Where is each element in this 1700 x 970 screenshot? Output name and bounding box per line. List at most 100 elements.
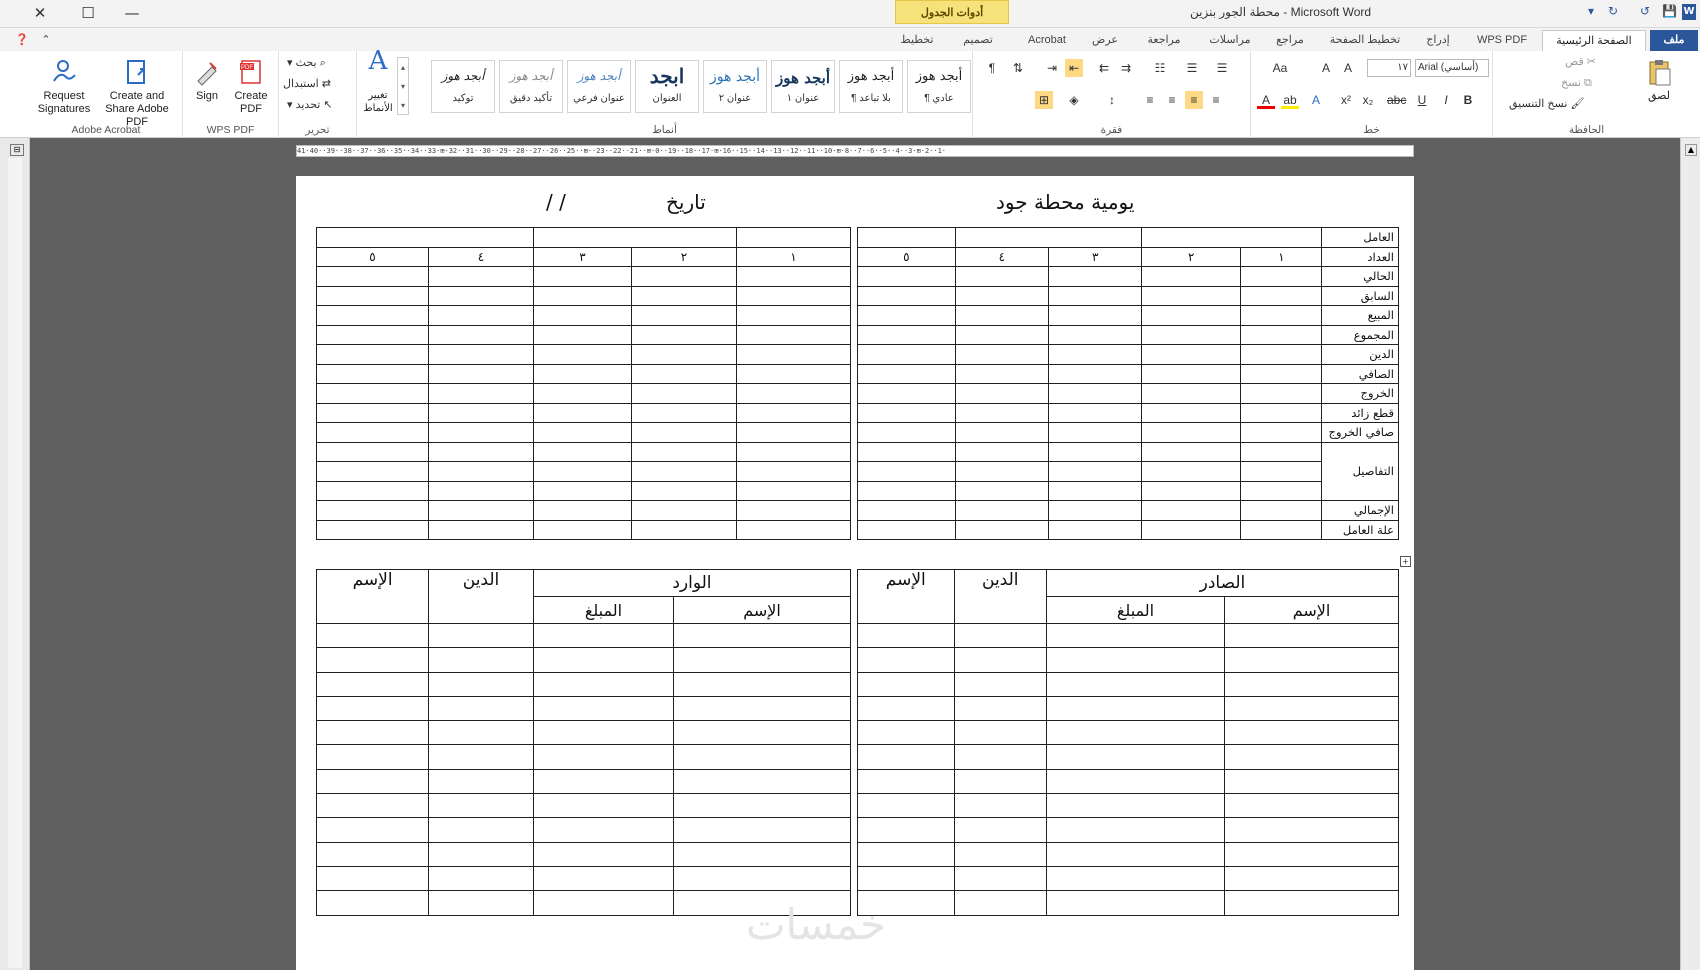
table-cell[interactable] — [316, 461, 429, 482]
tab-references[interactable]: مراجع — [1270, 30, 1310, 51]
table-cell[interactable] — [953, 890, 1047, 916]
table-cell[interactable] — [533, 441, 632, 462]
tab-file[interactable]: ملف — [1650, 30, 1698, 51]
table-cell[interactable] — [1240, 266, 1323, 287]
table-cell[interactable] — [428, 402, 534, 423]
table-cell[interactable] — [953, 622, 1047, 649]
highlight-icon[interactable]: ab — [1281, 91, 1299, 109]
pilcrow-icon[interactable]: ¶ — [983, 59, 1001, 77]
table-cell[interactable] — [673, 793, 851, 819]
table-cell[interactable] — [673, 744, 851, 770]
table-cell[interactable] — [1240, 422, 1323, 443]
table-cell[interactable] — [736, 285, 851, 306]
table-cell[interactable] — [1240, 285, 1323, 306]
table-cell[interactable] — [857, 622, 955, 649]
tab-home[interactable]: الصفحة الرئيسية — [1542, 30, 1646, 51]
redo-icon[interactable]: ↻ — [1608, 4, 1618, 18]
table-cell[interactable] — [631, 324, 737, 345]
ltr-icon[interactable]: ⇥ — [1043, 59, 1061, 77]
table-cell[interactable] — [1141, 285, 1242, 306]
tab-review[interactable]: مراجعة — [1138, 30, 1190, 51]
table-cell[interactable] — [857, 402, 956, 423]
table-cell[interactable] — [673, 622, 851, 649]
table-cell[interactable] — [428, 383, 534, 404]
table-cell[interactable] — [857, 305, 956, 326]
table-cell[interactable] — [1240, 461, 1323, 482]
table-cell[interactable] — [631, 266, 737, 287]
create-share-pdf-button[interactable]: Create and Share Adobe PDF — [94, 57, 180, 129]
table-cell[interactable] — [1141, 344, 1242, 365]
table-cell[interactable] — [857, 793, 955, 819]
table-cell[interactable] — [673, 695, 851, 722]
table-cell[interactable] — [954, 402, 1050, 423]
table-cell[interactable] — [532, 720, 675, 746]
table-cell[interactable] — [1141, 363, 1242, 384]
table-cell[interactable] — [1240, 480, 1323, 501]
table-cell[interactable] — [631, 519, 737, 540]
table-cell[interactable] — [316, 383, 429, 404]
table-cell[interactable] — [1141, 461, 1242, 482]
style-item[interactable]: ابجد العنوان — [635, 60, 699, 113]
tab-page-layout[interactable]: تخطيط الصفحة — [1325, 30, 1405, 51]
table-cell[interactable] — [533, 227, 737, 248]
table-cell[interactable] — [315, 841, 430, 867]
select-button[interactable]: ▾ تحديد ↖ — [287, 98, 333, 111]
table-cell[interactable] — [315, 622, 430, 649]
table-cell[interactable] — [532, 865, 675, 892]
table-cell[interactable] — [532, 817, 675, 843]
table-cell[interactable] — [736, 461, 851, 482]
table-cell[interactable] — [736, 441, 851, 462]
table-cell[interactable] — [736, 227, 851, 248]
table-cell[interactable] — [631, 285, 737, 306]
table-cell[interactable] — [631, 480, 737, 501]
table-cell[interactable] — [953, 817, 1047, 843]
style-item[interactable]: أبجد هوز ¶ بلا تباعد — [839, 60, 903, 113]
table-cell[interactable] — [1141, 402, 1242, 423]
format-painter-button[interactable]: نسخ التنسيق 🖌 — [1509, 97, 1584, 110]
table-cell[interactable] — [315, 720, 430, 746]
table-cell[interactable] — [428, 285, 534, 306]
replace-button[interactable]: استبدال ⇄ — [283, 77, 331, 90]
table-cell[interactable] — [532, 695, 675, 722]
table-incoming[interactable]: الإسم الدين الوارد المبلغ الإسم — [315, 569, 852, 916]
sign-button[interactable]: Sign — [187, 57, 227, 103]
table-cell[interactable] — [315, 817, 430, 843]
table-cell[interactable] — [428, 890, 534, 916]
table-cell[interactable] — [533, 402, 632, 423]
table-cell[interactable] — [953, 647, 1047, 673]
table-cell[interactable] — [1240, 305, 1323, 326]
table-cell[interactable] — [954, 422, 1050, 443]
table-cell[interactable] — [428, 841, 534, 867]
style-item[interactable]: أبجد هوز توكيد — [431, 60, 495, 113]
table-cell[interactable] — [953, 720, 1047, 746]
cut-button[interactable]: قص ✂ — [1565, 55, 1596, 68]
table-cell[interactable] — [1047, 441, 1143, 462]
table-cell[interactable] — [631, 500, 737, 521]
table-cell[interactable] — [428, 817, 534, 843]
table-cell[interactable] — [857, 363, 956, 384]
table-cell[interactable] — [316, 422, 429, 443]
table-cell[interactable] — [857, 768, 955, 795]
table-cell[interactable] — [673, 817, 851, 843]
table-cell[interactable] — [428, 793, 534, 819]
table-cell[interactable] — [1047, 402, 1143, 423]
table-cell[interactable] — [1224, 768, 1399, 795]
table-cell[interactable] — [857, 841, 955, 867]
table-cell[interactable] — [857, 817, 955, 843]
table-cell[interactable] — [1141, 227, 1323, 248]
table-cell[interactable] — [954, 227, 1143, 248]
table-cell[interactable] — [857, 266, 956, 287]
create-pdf-button[interactable]: PDF Create PDF — [229, 57, 273, 116]
table-cell[interactable] — [1045, 841, 1226, 867]
table-cell[interactable] — [1047, 480, 1143, 501]
subscript-icon[interactable]: x₂ — [1359, 91, 1377, 109]
table-cell[interactable] — [532, 890, 675, 916]
dropdown-icon[interactable]: ▾ — [1588, 4, 1594, 18]
table-cell[interactable] — [954, 480, 1050, 501]
table-cell[interactable] — [316, 519, 429, 540]
table-cell[interactable] — [533, 461, 632, 482]
table-cell[interactable] — [428, 695, 534, 722]
table-cell[interactable] — [533, 285, 632, 306]
table-cell[interactable] — [953, 695, 1047, 722]
table-cell[interactable] — [953, 865, 1047, 892]
